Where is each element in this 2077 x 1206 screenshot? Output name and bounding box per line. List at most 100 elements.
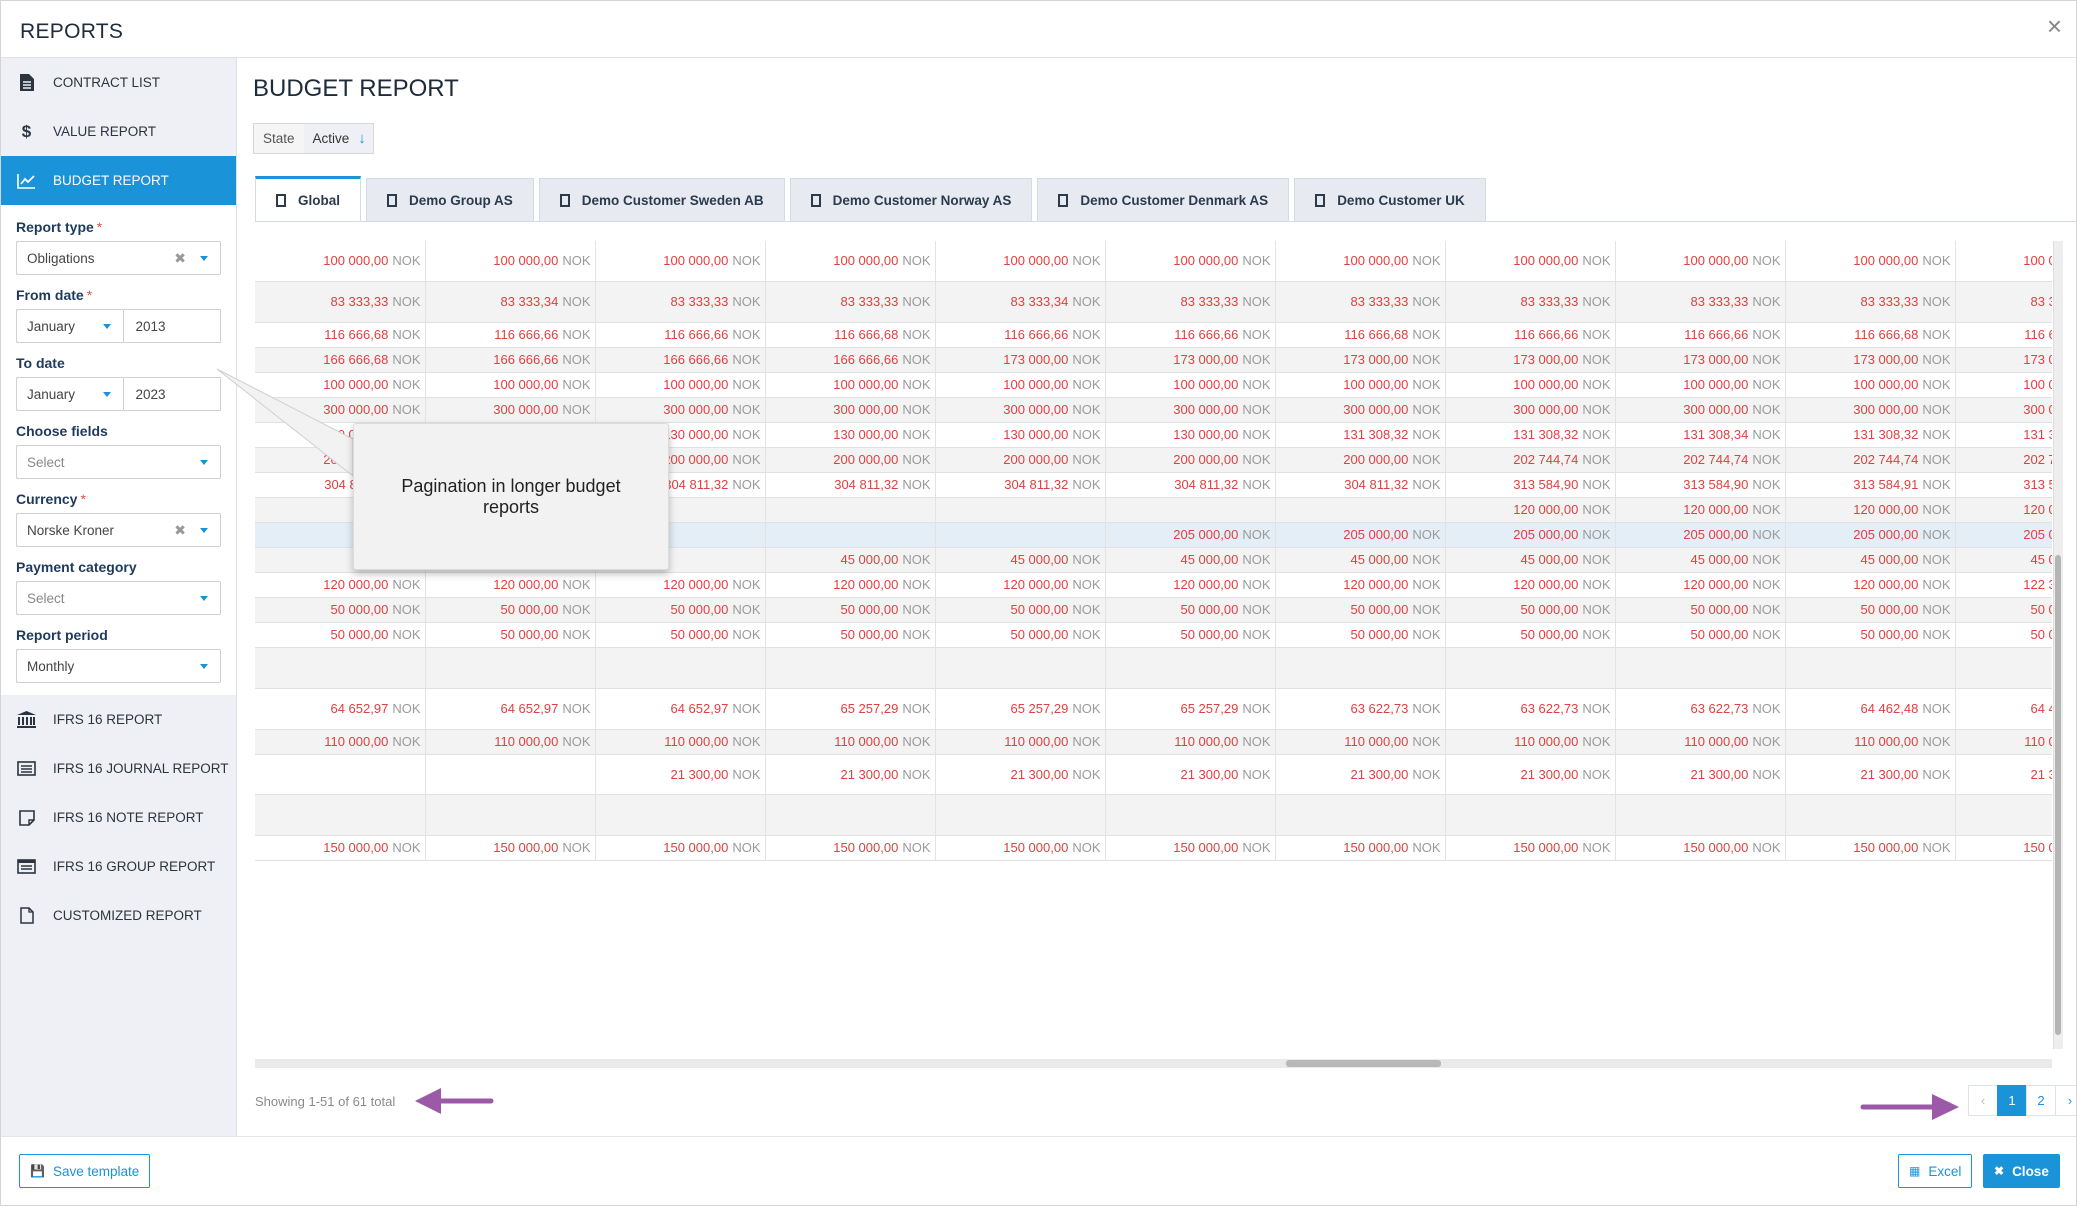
cell-amount: 300 000,00 — [1513, 402, 1579, 417]
table-cell — [425, 754, 596, 795]
prev-page-button[interactable]: ‹ — [1968, 1085, 1998, 1116]
vertical-scroll-thumb[interactable] — [2055, 555, 2061, 1035]
table-cell — [595, 647, 766, 689]
table-row: 83 333,33 NOK 83 333,34 NOK 83 333,33 NOK 83 3… — [255, 281, 2052, 323]
from-month-value: January — [27, 318, 76, 334]
choose-fields-label: Choose fields — [16, 423, 108, 439]
tab-global[interactable]: Global — [255, 176, 362, 221]
cell-amount: 45 000,00 — [1860, 552, 1919, 567]
horizontal-scroll-thumb[interactable] — [1286, 1060, 1441, 1067]
cell-amount: 50 000,00 — [2030, 602, 2052, 617]
table-cell: 110 000,00NOK — [595, 729, 766, 755]
from-year-input[interactable]: 2013 — [124, 309, 221, 343]
clear-icon[interactable]: ✖ — [174, 250, 186, 267]
table-cell: 21 300,00NOK — [935, 754, 1106, 795]
table-cell: 100 000,00NOK — [425, 372, 596, 398]
cell-currency: NOK — [902, 477, 931, 492]
cell-currency: NOK — [1922, 477, 1951, 492]
building-icon — [387, 193, 398, 207]
table-cell: 64 652,97 NOK — [595, 688, 766, 730]
cell-currency: NOK — [392, 294, 421, 309]
cell-amount: 116 666,66 — [494, 327, 559, 342]
save-template-button[interactable]: 💾 Save template — [19, 1154, 151, 1188]
excel-button[interactable]: ▦ Excel — [1898, 1154, 1973, 1188]
table-cell: 50 000,00NOK — [935, 597, 1106, 623]
table-cell — [1615, 794, 1786, 836]
state-filter-chip[interactable]: State Active ↓ — [253, 123, 374, 154]
table-cell: 50 000,00NOK — [1445, 622, 1616, 648]
from-month-select[interactable]: January — [16, 309, 125, 343]
cell-currency: NOK — [1072, 294, 1101, 309]
sidebar-item-ifrs16-note-report[interactable]: IFRS 16 NOTE REPORT — [1, 793, 236, 842]
sort-arrow-icon[interactable]: ↓ — [358, 124, 373, 153]
sidebar-item-value-report[interactable]: $ VALUE REPORT — [1, 107, 236, 156]
cell-currency: NOK — [1752, 294, 1781, 309]
close-button[interactable]: ✖ Close — [1983, 1154, 2060, 1188]
sidebar-item-customized-report[interactable]: CUSTOMIZED REPORT — [1, 891, 236, 940]
next-page-button[interactable]: › — [2055, 1085, 2076, 1116]
cell-amount: 116 666,68 — [1854, 327, 1919, 342]
to-month-select[interactable]: January — [16, 377, 125, 411]
cell-amount: 50 000,00 — [2030, 627, 2052, 642]
table-cell: 100 000,00NOK — [1105, 372, 1276, 398]
dollar-icon: $ — [21, 121, 32, 141]
table-cell: 83 333,33 NOK — [255, 281, 426, 323]
tab-demo-customer-denmark-as[interactable]: Demo Customer Denmark AS — [1037, 178, 1290, 221]
table-cell: 205 000,00NOK — [1785, 522, 1956, 548]
cell-currency: NOK — [1582, 766, 1611, 782]
cell-currency: NOK — [1412, 402, 1441, 417]
tab-demo-customer-norway-as[interactable]: Demo Customer Norway AS — [789, 178, 1033, 221]
choose-fields-select[interactable]: Select — [16, 445, 221, 479]
table-cell: 100 000,00NOK — [1955, 241, 2052, 282]
currency-select[interactable]: Norske Kroner ✖ — [16, 513, 221, 547]
cell-currency: NOK — [1242, 840, 1271, 855]
table-cell — [425, 647, 596, 689]
cell-currency: NOK — [1752, 701, 1781, 716]
sidebar-item-budget-report[interactable]: BUDGET REPORT — [1, 156, 236, 205]
cell-currency: NOK — [1582, 502, 1611, 517]
close-icon[interactable]: × — [2047, 11, 2062, 42]
sidebar-item-ifrs16-group-report[interactable]: IFRS 16 GROUP REPORT — [1, 842, 236, 891]
table-cell: 300 000,00NOK — [595, 397, 766, 423]
cell-currency: NOK — [1072, 701, 1101, 716]
cell-amount: 150 000,00 — [663, 840, 729, 855]
sidebar-item-ifrs16-journal-report[interactable]: IFRS 16 JOURNAL REPORT — [1, 744, 236, 793]
table-cell: 83 333,33 NOK — [1105, 281, 1276, 323]
cell-currency: NOK — [1412, 627, 1441, 642]
tab-demo-group-as[interactable]: Demo Group AS — [366, 178, 534, 221]
cell-amount: 100 000,00 — [1853, 253, 1919, 269]
table-cell: 45 000,00NOK — [1785, 547, 1956, 573]
tab-demo-customer-sweden-ab[interactable]: Demo Customer Sweden AB — [538, 178, 785, 221]
table-cell: 65 257,29 NOK — [935, 688, 1106, 730]
cell-amount: 65 257,29 — [840, 701, 899, 716]
cell-amount: 83 333,33 — [1520, 294, 1579, 309]
page-2-button[interactable]: 2 — [2026, 1085, 2056, 1116]
cell-amount: 300 000,00 — [1343, 402, 1409, 417]
cell-amount: 300 000,00 — [2023, 402, 2052, 417]
cell-currency: NOK — [1582, 602, 1611, 617]
cell-currency: NOK — [1412, 377, 1441, 392]
page-1-button[interactable]: 1 — [1997, 1085, 2027, 1116]
horizontal-scrollbar[interactable] — [255, 1059, 2052, 1068]
report-period-select[interactable]: Monthly — [16, 649, 221, 683]
table-cell: 300 000,00NOK — [1105, 397, 1276, 423]
report-type-select[interactable]: Obligations ✖ — [16, 241, 221, 275]
cell-currency: NOK — [1242, 766, 1271, 782]
cell-currency: NOK — [1412, 577, 1441, 592]
clear-icon[interactable]: ✖ — [174, 522, 186, 539]
cell-currency: NOK — [1242, 352, 1271, 367]
cell-amount: 120 000,00 — [1003, 577, 1069, 592]
cell-currency: NOK — [1072, 734, 1101, 749]
payment-category-select[interactable]: Select — [16, 581, 221, 615]
sidebar-item-contract-list[interactable]: CONTRACT LIST — [1, 58, 236, 107]
table-cell: 300 000,00NOK — [935, 397, 1106, 423]
cell-currency: NOK — [1072, 552, 1101, 567]
cell-currency: NOK — [1752, 402, 1781, 417]
cell-currency: NOK — [1412, 427, 1441, 442]
cell-currency: NOK — [902, 253, 931, 269]
sidebar-item-ifrs16-report[interactable]: IFRS 16 REPORT — [1, 695, 236, 744]
table-cell: 110 000,00NOK — [425, 729, 596, 755]
table-cell: 83 333,33 NOK — [1615, 281, 1786, 323]
tab-demo-customer-uk[interactable]: Demo Customer UK — [1294, 178, 1486, 221]
to-year-input[interactable]: 2023 — [124, 377, 221, 411]
